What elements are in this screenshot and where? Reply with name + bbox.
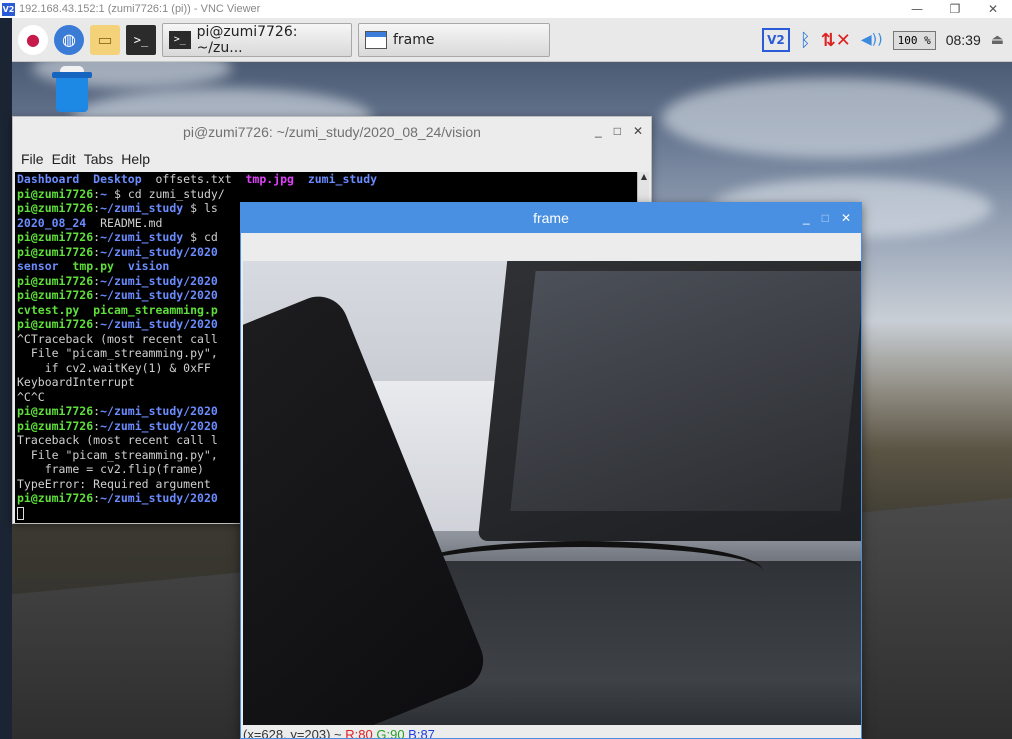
terminal-icon: >_ bbox=[169, 30, 191, 49]
vnc-minimize-button[interactable]: — bbox=[898, 0, 936, 18]
terminal-title-bar[interactable]: pi@zumi7726: ~/zumi_study/2020_08_24/vis… bbox=[13, 117, 651, 147]
vnc-restore-button[interactable]: ❐ bbox=[936, 0, 974, 18]
network-disconnected-icon[interactable]: ⇅✕ bbox=[821, 30, 851, 51]
terminal-line: Dashboard Desktop offsets.txt tmp.jpg zu… bbox=[17, 172, 378, 186]
menu-file[interactable]: File bbox=[21, 151, 44, 167]
vnc-server-icon[interactable]: V2 bbox=[761, 28, 790, 52]
terminal-maximize-button[interactable]: □ bbox=[614, 124, 621, 138]
cpu-usage-monitor: 100 % bbox=[892, 30, 936, 50]
terminal-line: pi@zumi7726:~ $ cd zumi_study/ bbox=[17, 186, 225, 201]
task-label-frame: frame bbox=[393, 31, 435, 48]
vnc-title-bar: V2 192.168.43.152:1 (zumi7726:1 (pi)) - … bbox=[0, 0, 1012, 18]
raspberry-menu-icon[interactable]: ● bbox=[18, 24, 48, 55]
task-button-frame[interactable]: frame bbox=[358, 22, 550, 57]
frame-title: frame bbox=[533, 210, 569, 226]
vnc-close-button[interactable]: ✕ bbox=[974, 0, 1012, 18]
terminal-menu-bar: File Edit Tabs Help bbox=[13, 147, 651, 171]
vnc-logo-icon: V2 bbox=[2, 2, 15, 16]
taskbar: ● ◍ ▭ >_ >_ pi@zumi7726: ~/zu... frame V… bbox=[12, 18, 1012, 62]
pixel-green-value: G:90 bbox=[376, 727, 405, 739]
terminal-cursor bbox=[17, 506, 24, 520]
menu-edit[interactable]: Edit bbox=[52, 151, 76, 167]
frame-close-button[interactable]: ✕ bbox=[841, 211, 851, 225]
clock[interactable]: 08:39 bbox=[946, 32, 981, 48]
eject-icon[interactable]: ⏏ bbox=[991, 32, 1004, 48]
terminal-launcher-icon[interactable]: >_ bbox=[126, 24, 156, 55]
menu-help[interactable]: Help bbox=[121, 151, 150, 167]
frame-minimize-button[interactable]: _ bbox=[803, 211, 810, 225]
volume-icon[interactable]: ◀)) bbox=[861, 32, 883, 48]
bluetooth-icon[interactable]: ᛒ bbox=[800, 30, 811, 51]
terminal-close-button[interactable]: ✕ bbox=[633, 124, 643, 138]
terminal-title: pi@zumi7726: ~/zumi_study/2020_08_24/vis… bbox=[183, 124, 481, 140]
task-label-terminal: pi@zumi7726: ~/zu... bbox=[196, 23, 298, 56]
terminal-minimize-button[interactable]: _ bbox=[595, 124, 602, 138]
pixel-coords: (x=628, y=203) ~ bbox=[243, 727, 346, 739]
camera-image[interactable] bbox=[243, 261, 861, 725]
frame-title-bar[interactable]: frame _ □ ✕ bbox=[241, 203, 861, 233]
pixel-info-status: (x=628, y=203) ~ R:80 G:90 B:87 bbox=[243, 727, 861, 739]
pixel-blue-value: B:87 bbox=[408, 727, 435, 739]
pixel-red-value: R:80 bbox=[345, 727, 373, 739]
frame-toolbar bbox=[241, 233, 861, 261]
task-button-terminal[interactable]: >_ pi@zumi7726: ~/zu... bbox=[162, 22, 352, 57]
vnc-window-title: 192.168.43.152:1 (zumi7726:1 (pi)) - VNC… bbox=[19, 3, 261, 15]
file-manager-icon[interactable]: ▭ bbox=[90, 24, 120, 55]
scroll-up-icon[interactable]: ▲ bbox=[639, 172, 649, 184]
browser-icon[interactable]: ◍ bbox=[54, 24, 84, 55]
trash-icon[interactable] bbox=[52, 66, 92, 114]
system-tray: V2 ᛒ ⇅✕ ◀)) 100 % 08:39 ⏏ bbox=[761, 18, 1004, 62]
window-icon bbox=[365, 30, 387, 49]
frame-window: frame _ □ ✕ (x=628, y=203) ~ R:80 G:90 B… bbox=[240, 202, 862, 739]
frame-maximize-button[interactable]: □ bbox=[822, 211, 829, 225]
menu-tabs[interactable]: Tabs bbox=[84, 151, 114, 167]
